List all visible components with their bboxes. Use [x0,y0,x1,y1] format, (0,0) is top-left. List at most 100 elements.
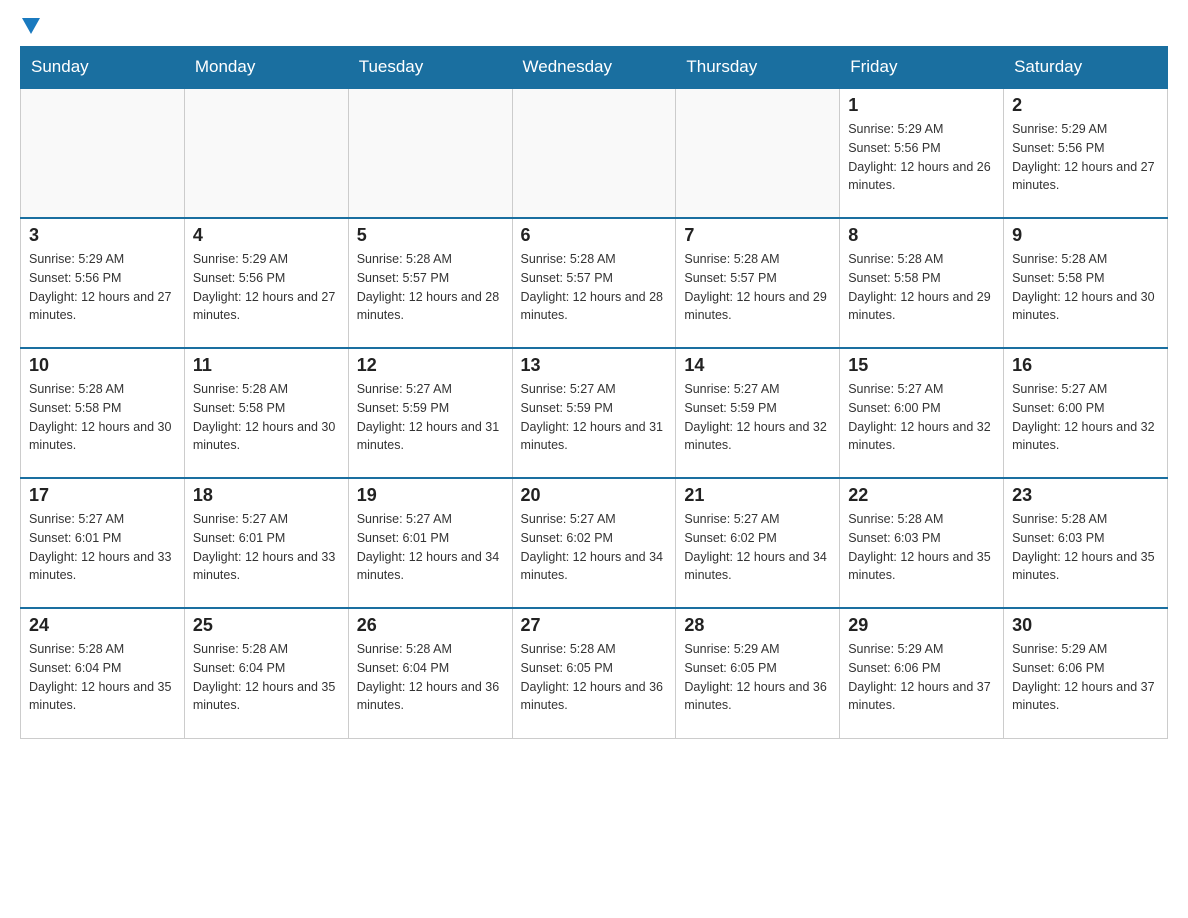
calendar-cell: 26 Sunrise: 5:28 AM Sunset: 6:04 PM Dayli… [348,608,512,738]
calendar-cell: 22 Sunrise: 5:28 AM Sunset: 6:03 PM Dayli… [840,478,1004,608]
day-number: 18 [193,485,340,506]
day-info: Sunrise: 5:28 AM Sunset: 5:58 PM Dayligh… [1012,250,1159,325]
day-number: 1 [848,95,995,116]
day-number: 17 [29,485,176,506]
day-info: Sunrise: 5:29 AM Sunset: 5:56 PM Dayligh… [29,250,176,325]
day-number: 15 [848,355,995,376]
week-row: 10 Sunrise: 5:28 AM Sunset: 5:58 PM Dayli… [21,348,1168,478]
calendar-cell: 29 Sunrise: 5:29 AM Sunset: 6:06 PM Dayli… [840,608,1004,738]
day-number: 10 [29,355,176,376]
day-info: Sunrise: 5:28 AM Sunset: 6:04 PM Dayligh… [357,640,504,715]
day-number: 5 [357,225,504,246]
day-info: Sunrise: 5:27 AM Sunset: 6:01 PM Dayligh… [357,510,504,585]
day-info: Sunrise: 5:27 AM Sunset: 5:59 PM Dayligh… [521,380,668,455]
calendar-cell: 2Sunrise: 5:29 AM Sunset: 5:56 PM Daylig… [1004,88,1168,218]
column-header-monday: Monday [184,47,348,89]
calendar-cell [21,88,185,218]
day-number: 26 [357,615,504,636]
day-number: 12 [357,355,504,376]
day-number: 22 [848,485,995,506]
calendar-cell: 28Sunrise: 5:29 AM Sunset: 6:05 PM Dayli… [676,608,840,738]
day-info: Sunrise: 5:29 AM Sunset: 5:56 PM Dayligh… [848,120,995,195]
day-number: 3 [29,225,176,246]
calendar-cell: 8 Sunrise: 5:28 AM Sunset: 5:58 PM Daylig… [840,218,1004,348]
week-row: 17 Sunrise: 5:27 AM Sunset: 6:01 PM Dayli… [21,478,1168,608]
week-row: 1 Sunrise: 5:29 AM Sunset: 5:56 PM Daylig… [21,88,1168,218]
day-info: Sunrise: 5:28 AM Sunset: 5:58 PM Dayligh… [193,380,340,455]
day-number: 9 [1012,225,1159,246]
column-header-sunday: Sunday [21,47,185,89]
calendar-cell: 30 Sunrise: 5:29 AM Sunset: 6:06 PM Dayli… [1004,608,1168,738]
day-number: 19 [357,485,504,506]
logo-triangle-icon [22,18,40,34]
day-number: 27 [521,615,668,636]
day-info: Sunrise: 5:28 AM Sunset: 6:03 PM Dayligh… [1012,510,1159,585]
day-number: 7 [684,225,831,246]
calendar-cell: 5 Sunrise: 5:28 AM Sunset: 5:57 PM Daylig… [348,218,512,348]
calendar-cell: 21 Sunrise: 5:27 AM Sunset: 6:02 PM Dayli… [676,478,840,608]
day-number: 20 [521,485,668,506]
day-number: 21 [684,485,831,506]
calendar-cell: 12 Sunrise: 5:27 AM Sunset: 5:59 PM Dayli… [348,348,512,478]
day-number: 6 [521,225,668,246]
calendar-cell: 16 Sunrise: 5:27 AM Sunset: 6:00 PM Dayli… [1004,348,1168,478]
calendar-cell: 1 Sunrise: 5:29 AM Sunset: 5:56 PM Daylig… [840,88,1004,218]
day-info: Sunrise: 5:28 AM Sunset: 6:03 PM Dayligh… [848,510,995,585]
calendar-cell: 3 Sunrise: 5:29 AM Sunset: 5:56 PM Daylig… [21,218,185,348]
header-row: SundayMondayTuesdayWednesdayThursdayFrid… [21,47,1168,89]
day-info: Sunrise: 5:28 AM Sunset: 5:57 PM Dayligh… [357,250,504,325]
day-number: 11 [193,355,340,376]
week-row: 3 Sunrise: 5:29 AM Sunset: 5:56 PM Daylig… [21,218,1168,348]
day-info: Sunrise: 5:27 AM Sunset: 6:01 PM Dayligh… [193,510,340,585]
calendar-cell [184,88,348,218]
day-number: 16 [1012,355,1159,376]
calendar-cell: 6 Sunrise: 5:28 AM Sunset: 5:57 PM Daylig… [512,218,676,348]
day-info: Sunrise: 5:28 AM Sunset: 5:57 PM Dayligh… [521,250,668,325]
column-header-wednesday: Wednesday [512,47,676,89]
column-header-saturday: Saturday [1004,47,1168,89]
calendar-cell: 14 Sunrise: 5:27 AM Sunset: 5:59 PM Dayli… [676,348,840,478]
day-number: 14 [684,355,831,376]
calendar-cell: 19 Sunrise: 5:27 AM Sunset: 6:01 PM Dayli… [348,478,512,608]
day-info: Sunrise: 5:29 AM Sunset: 5:56 PM Dayligh… [1012,120,1159,195]
day-info: Sunrise: 5:27 AM Sunset: 6:02 PM Dayligh… [684,510,831,585]
day-info: Sunrise: 5:28 AM Sunset: 6:04 PM Dayligh… [193,640,340,715]
calendar-cell: 18 Sunrise: 5:27 AM Sunset: 6:01 PM Dayli… [184,478,348,608]
day-info: Sunrise: 5:28 AM Sunset: 5:58 PM Dayligh… [848,250,995,325]
page-header [20,20,1168,36]
day-info: Sunrise: 5:28 AM Sunset: 5:58 PM Dayligh… [29,380,176,455]
calendar-cell [676,88,840,218]
calendar-cell: 17Sunrise: 5:27 AM Sunset: 6:01 PM Dayli… [21,478,185,608]
day-info: Sunrise: 5:27 AM Sunset: 5:59 PM Dayligh… [357,380,504,455]
column-header-friday: Friday [840,47,1004,89]
calendar-table: SundayMondayTuesdayWednesdayThursdayFrid… [20,46,1168,739]
day-number: 28 [684,615,831,636]
day-number: 29 [848,615,995,636]
logo [20,20,40,36]
day-info: Sunrise: 5:27 AM Sunset: 5:59 PM Dayligh… [684,380,831,455]
calendar-cell [348,88,512,218]
day-info: Sunrise: 5:27 AM Sunset: 6:00 PM Dayligh… [848,380,995,455]
calendar-cell: 11 Sunrise: 5:28 AM Sunset: 5:58 PM Dayli… [184,348,348,478]
day-info: Sunrise: 5:29 AM Sunset: 6:06 PM Dayligh… [848,640,995,715]
calendar-cell: 15 Sunrise: 5:27 AM Sunset: 6:00 PM Dayli… [840,348,1004,478]
day-number: 4 [193,225,340,246]
week-row: 24 Sunrise: 5:28 AM Sunset: 6:04 PM Dayli… [21,608,1168,738]
day-info: Sunrise: 5:29 AM Sunset: 6:06 PM Dayligh… [1012,640,1159,715]
day-info: Sunrise: 5:29 AM Sunset: 5:56 PM Dayligh… [193,250,340,325]
day-info: Sunrise: 5:27 AM Sunset: 6:02 PM Dayligh… [521,510,668,585]
calendar-cell: 4 Sunrise: 5:29 AM Sunset: 5:56 PM Daylig… [184,218,348,348]
calendar-cell: 25Sunrise: 5:28 AM Sunset: 6:04 PM Dayli… [184,608,348,738]
calendar-cell: 27Sunrise: 5:28 AM Sunset: 6:05 PM Dayli… [512,608,676,738]
column-header-thursday: Thursday [676,47,840,89]
day-info: Sunrise: 5:27 AM Sunset: 6:00 PM Dayligh… [1012,380,1159,455]
day-number: 24 [29,615,176,636]
calendar-cell: 24 Sunrise: 5:28 AM Sunset: 6:04 PM Dayli… [21,608,185,738]
calendar-cell: 20 Sunrise: 5:27 AM Sunset: 6:02 PM Dayli… [512,478,676,608]
calendar-cell [512,88,676,218]
day-info: Sunrise: 5:28 AM Sunset: 5:57 PM Dayligh… [684,250,831,325]
day-info: Sunrise: 5:28 AM Sunset: 6:04 PM Dayligh… [29,640,176,715]
calendar-cell: 7 Sunrise: 5:28 AM Sunset: 5:57 PM Daylig… [676,218,840,348]
day-number: 8 [848,225,995,246]
day-number: 30 [1012,615,1159,636]
